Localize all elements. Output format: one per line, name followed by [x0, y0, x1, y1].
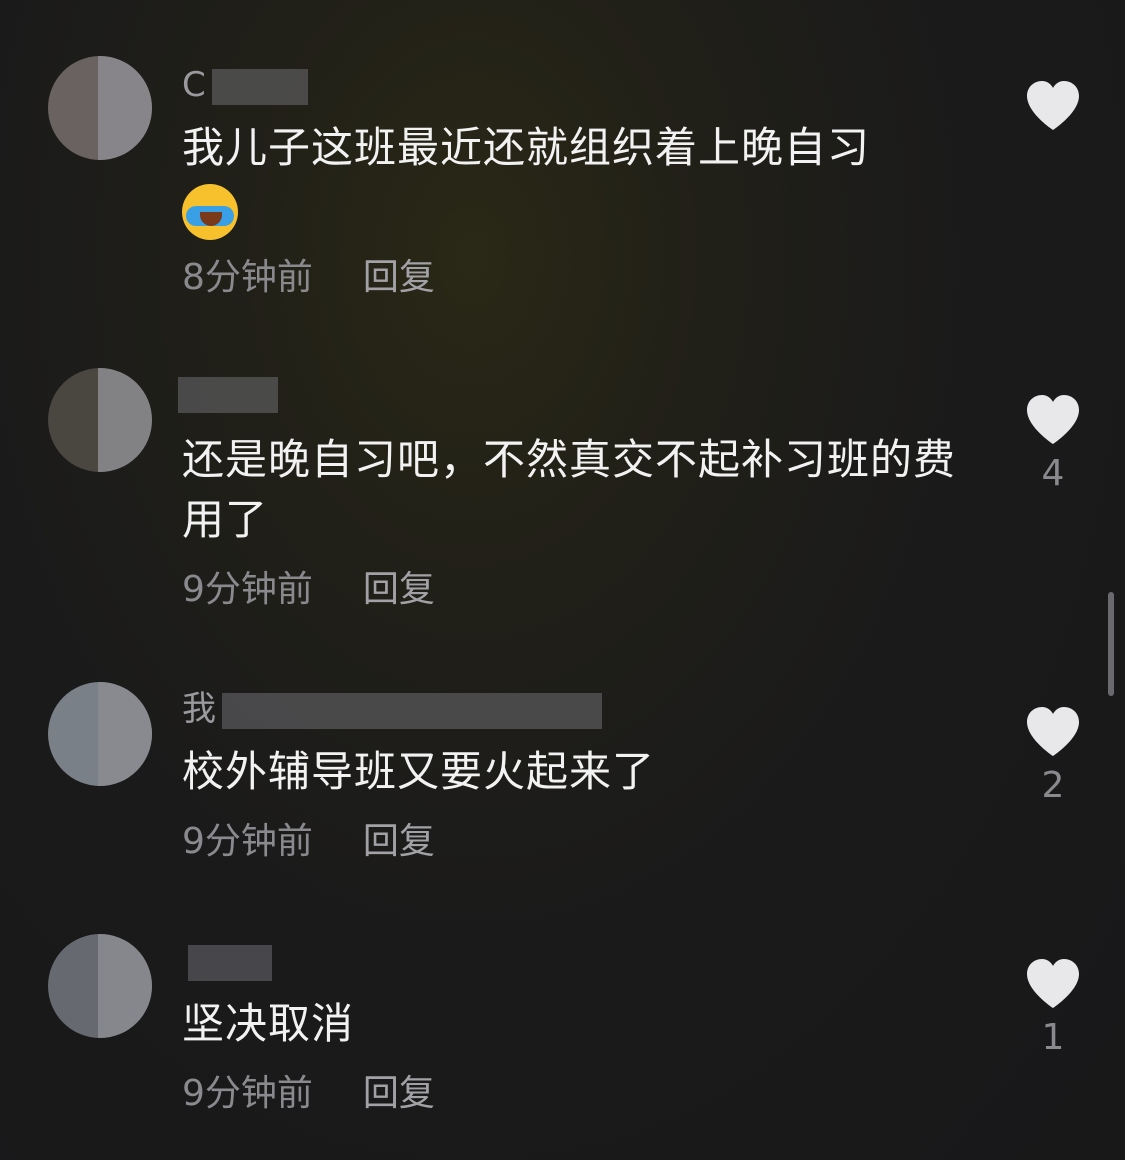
- comment-meta: 9分钟前 回复: [182, 568, 435, 612]
- username[interactable]: 我: [182, 688, 602, 730]
- avatar[interactable]: [48, 682, 152, 786]
- heart-icon: [1027, 959, 1079, 1008]
- comment-text: 坚决取消: [182, 999, 355, 1048]
- comment-meta: 8分钟前 回复: [182, 256, 435, 300]
- heart-icon: [1027, 707, 1079, 756]
- like-button[interactable]: [1018, 80, 1088, 140]
- reply-button[interactable]: 回复: [363, 257, 435, 298]
- comment-time: 9分钟前: [182, 821, 313, 862]
- comment-time: 9分钟前: [182, 569, 313, 610]
- username[interactable]: C: [182, 64, 308, 106]
- face-with-tears-of-joy-icon: [182, 184, 238, 240]
- like-count: 2: [1041, 765, 1065, 806]
- username[interactable]: [178, 372, 278, 414]
- heart-icon: [1027, 395, 1079, 444]
- comment-text: 我儿子这班最近还就组织着上晚自习: [182, 118, 982, 256]
- like-button[interactable]: 4: [1018, 394, 1088, 494]
- reply-button[interactable]: 回复: [363, 1073, 435, 1114]
- like-button[interactable]: 2: [1018, 706, 1088, 806]
- comment-time: 9分钟前: [182, 1073, 313, 1114]
- reply-button[interactable]: 回复: [363, 821, 435, 862]
- like-button[interactable]: 1: [1018, 958, 1088, 1058]
- avatar[interactable]: [48, 56, 152, 160]
- comment-text: 还是晚自习吧，不然真交不起补习班的费用了: [182, 435, 957, 544]
- like-count: 4: [1041, 453, 1065, 494]
- heart-icon: [1027, 81, 1079, 130]
- avatar[interactable]: [48, 934, 152, 1038]
- comment-time: 8分钟前: [182, 257, 313, 298]
- avatar[interactable]: [48, 368, 152, 472]
- comment-meta: 9分钟前 回复: [182, 820, 435, 864]
- scrollbar[interactable]: [1108, 592, 1114, 696]
- like-count: 1: [1041, 1017, 1065, 1058]
- reply-button[interactable]: 回复: [363, 569, 435, 610]
- comment-meta: 9分钟前 回复: [182, 1072, 435, 1116]
- username[interactable]: [182, 940, 272, 982]
- comment-text: 校外辅导班又要火起来了: [182, 747, 656, 796]
